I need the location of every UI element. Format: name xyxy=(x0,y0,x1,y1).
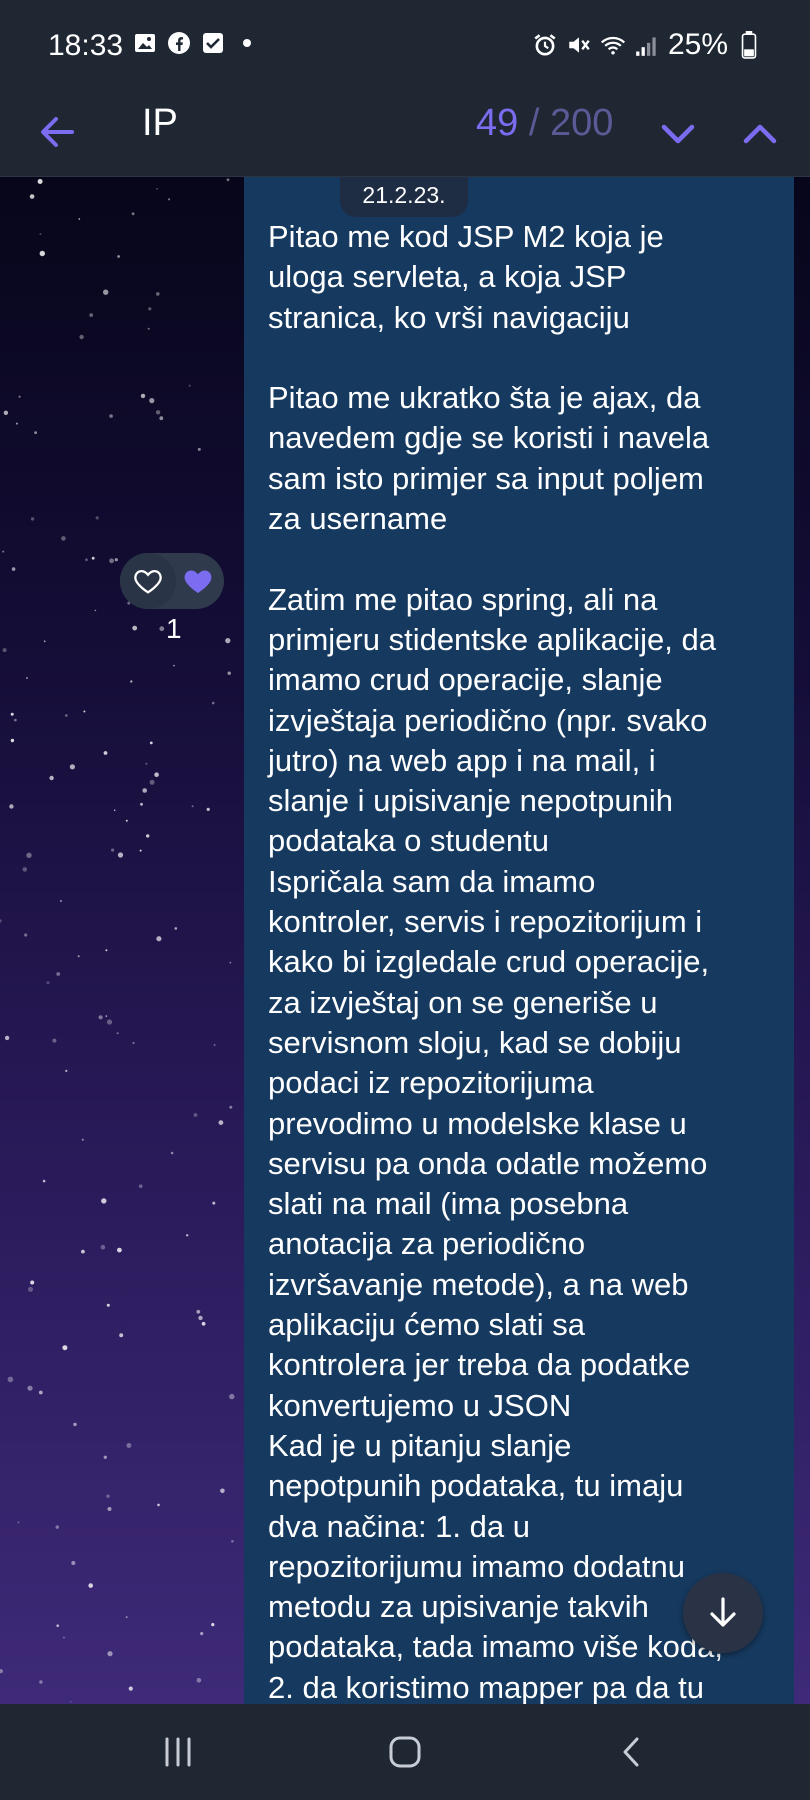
chevron-up-icon xyxy=(743,124,777,144)
message-line: anotacija za periodično xyxy=(268,1226,586,1262)
message-line: za username xyxy=(268,501,448,537)
message-line: podataka o studentu xyxy=(268,823,549,859)
heart-filled-icon xyxy=(184,570,212,593)
search-current: 49 xyxy=(476,102,519,144)
message-line: primjeru stidentske aplikacije, da xyxy=(268,621,716,657)
home-icon xyxy=(389,1736,421,1768)
message-line: Pitao me ukratko šta je ajax, da xyxy=(268,380,701,416)
status-time: 18:33 xyxy=(48,29,124,62)
message-line: izvještaja periodično (npr. svako xyxy=(268,702,708,738)
previous-result-button[interactable] xyxy=(736,110,784,158)
status-notification-icons xyxy=(132,30,260,56)
message-line: slanje i upisivanje nepotpunih xyxy=(268,783,674,819)
message-line: slati na mail (ima posebna xyxy=(268,1186,629,1222)
message-line: Kad je u pitanju slanje xyxy=(268,1427,572,1463)
message-line: stranica, ko vrši navigaciju xyxy=(268,299,630,335)
recents-icon xyxy=(165,1737,191,1767)
battery-icon xyxy=(736,31,762,59)
message-line xyxy=(268,539,788,579)
message-line: sam isto primjer sa input poljem xyxy=(268,460,704,496)
message-line: kontroler, servis i repozitorijum i xyxy=(268,904,703,940)
recent-apps-button[interactable] xyxy=(154,1728,202,1776)
status-system-icons: 25% xyxy=(532,28,762,62)
message-line: prevodimo u modelske klase u xyxy=(268,1105,687,1141)
chat-title: IP xyxy=(142,102,178,144)
checkbox-icon xyxy=(200,30,226,56)
back-button[interactable] xyxy=(34,108,82,156)
message-line: za izvještaj on se generiše u xyxy=(268,984,658,1020)
search-separator: / xyxy=(528,102,540,144)
reaction-count: 1 xyxy=(166,613,182,644)
arrow-left-icon xyxy=(41,117,74,147)
message-line: servisnom sloju, kad se dobiju xyxy=(268,1024,682,1060)
message-line: imamo crud operacije, slanje xyxy=(268,662,663,698)
signal-icon xyxy=(634,32,660,58)
message-line: kontrolera jer treba da podatke xyxy=(268,1347,691,1383)
message-line: izvršavanje metode), a na web xyxy=(268,1266,689,1302)
message-line: uloga servleta, a koja JSP xyxy=(268,259,627,295)
message-line: konvertujemo u JSON xyxy=(268,1387,572,1423)
dot-icon xyxy=(234,30,260,56)
message-line: navedem gdje se koristi i navela xyxy=(268,420,710,456)
message-line: nepotpunih podataka, tu imaju xyxy=(268,1468,684,1504)
arrow-down-icon xyxy=(710,1597,736,1627)
date-chip: 21.2.23. xyxy=(340,177,468,217)
alarm-icon xyxy=(532,32,558,58)
scroll-to-bottom-button[interactable] xyxy=(683,1573,763,1653)
home-button[interactable] xyxy=(381,1728,429,1776)
message-line: aplikaciju ćemo slati sa xyxy=(268,1307,586,1343)
message-line: dva načina: 1. da u xyxy=(268,1508,530,1544)
message-line: jutro) na web app i na mail, i xyxy=(268,742,656,778)
system-navigation-bar xyxy=(0,1704,810,1800)
message-line xyxy=(268,338,788,378)
mute-icon xyxy=(566,32,592,58)
wifi-icon xyxy=(600,32,626,58)
chevron-left-icon xyxy=(623,1737,639,1767)
message-line: servisu pa onda odatle možemo xyxy=(268,1145,708,1181)
message-line: kako bi izgledale crud operacije, xyxy=(268,944,710,980)
gallery-icon xyxy=(132,30,158,56)
search-result-counter: 49 / 200 xyxy=(476,102,613,145)
system-back-button[interactable] xyxy=(608,1728,656,1776)
message-line: Pitao me kod JSP M2 koja je xyxy=(268,219,664,254)
chat-area[interactable]: Pitao me kod JSP M2 koja je uloga servlet… xyxy=(0,177,810,1704)
message-line: Ispričala sam da imamo xyxy=(268,863,596,899)
message-text: Pitao me kod JSP M2 koja je uloga servlet… xyxy=(268,217,788,1704)
app-bar: IP 49 / 200 xyxy=(0,88,810,177)
heart-outline-icon xyxy=(134,569,162,594)
heart-reaction[interactable] xyxy=(174,555,222,607)
message-line: 2. da koristimo mapper pa da tu xyxy=(268,1669,704,1704)
message-line: podaci iz repozitorijuma xyxy=(268,1065,594,1101)
status-bar: 18:33 25% xyxy=(0,0,810,88)
add-reaction-button[interactable] xyxy=(120,553,176,609)
facebook-icon xyxy=(166,30,192,56)
battery-percent: 25% xyxy=(667,28,728,61)
message-bubble[interactable]: Pitao me kod JSP M2 koja je uloga servlet… xyxy=(244,177,794,1704)
next-result-button[interactable] xyxy=(654,110,702,158)
search-total: 200 xyxy=(549,102,614,144)
chevron-down-icon xyxy=(661,124,695,144)
reaction-bar[interactable] xyxy=(120,553,224,609)
message-line: Zatim me pitao spring, ali na xyxy=(268,581,658,617)
